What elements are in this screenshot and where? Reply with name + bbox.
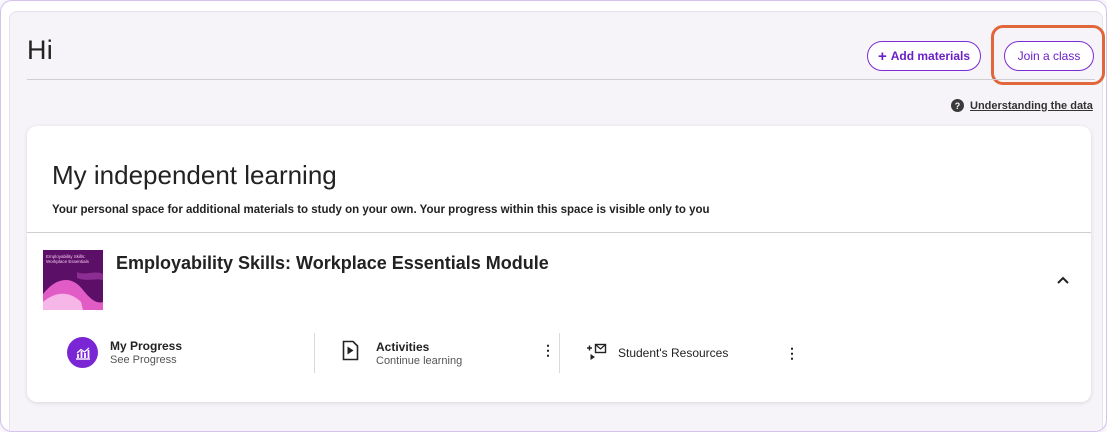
activities-sublabel: Continue learning xyxy=(376,355,463,367)
card-title: My independent learning xyxy=(52,160,337,190)
chevron-up-icon[interactable] xyxy=(1057,273,1069,287)
understanding-data-label: Understanding the data xyxy=(970,99,1093,112)
thumbnail-caption: Employability Skills: Workplace Essentia… xyxy=(46,254,89,264)
my-progress-label: My Progress xyxy=(110,339,183,353)
card-subtitle: Your personal space for additional mater… xyxy=(52,204,710,216)
greeting-heading: Hi xyxy=(27,35,53,65)
my-progress-button[interactable]: My Progress See Progress xyxy=(67,337,182,368)
app-frame: Hi + Add materials Join a class ? Unders… xyxy=(0,0,1107,432)
student-resources-button[interactable]: Student's Resources xyxy=(586,343,728,363)
understanding-data-link[interactable]: ? Understanding the data xyxy=(951,99,1093,112)
activities-more-icon[interactable]: ⋮ xyxy=(541,343,555,357)
chart-icon xyxy=(67,337,98,368)
resources-icon xyxy=(587,343,607,360)
activities-button[interactable]: Activities Continue learning xyxy=(342,340,462,367)
my-progress-sublabel: See Progress xyxy=(110,354,177,366)
card-divider xyxy=(27,232,1091,233)
module-thumbnail[interactable]: Employability Skills: Workplace Essentia… xyxy=(43,250,103,310)
add-materials-button[interactable]: + Add materials xyxy=(867,41,981,71)
section-separator xyxy=(314,333,315,373)
plus-icon: + xyxy=(877,47,887,65)
section-separator xyxy=(559,333,560,373)
activities-label: Activities xyxy=(376,340,430,354)
join-class-highlight xyxy=(991,25,1105,85)
add-materials-label: Add materials xyxy=(890,49,971,63)
play-document-icon xyxy=(342,340,359,361)
help-icon: ? xyxy=(951,99,964,112)
independent-learning-card: My independent learning Your personal sp… xyxy=(27,126,1091,402)
resources-more-icon[interactable]: ⋮ xyxy=(785,346,799,360)
module-title[interactable]: Employability Skills: Workplace Essentia… xyxy=(116,253,549,274)
student-resources-label: Student's Resources xyxy=(618,346,729,360)
header-divider xyxy=(27,79,1095,80)
